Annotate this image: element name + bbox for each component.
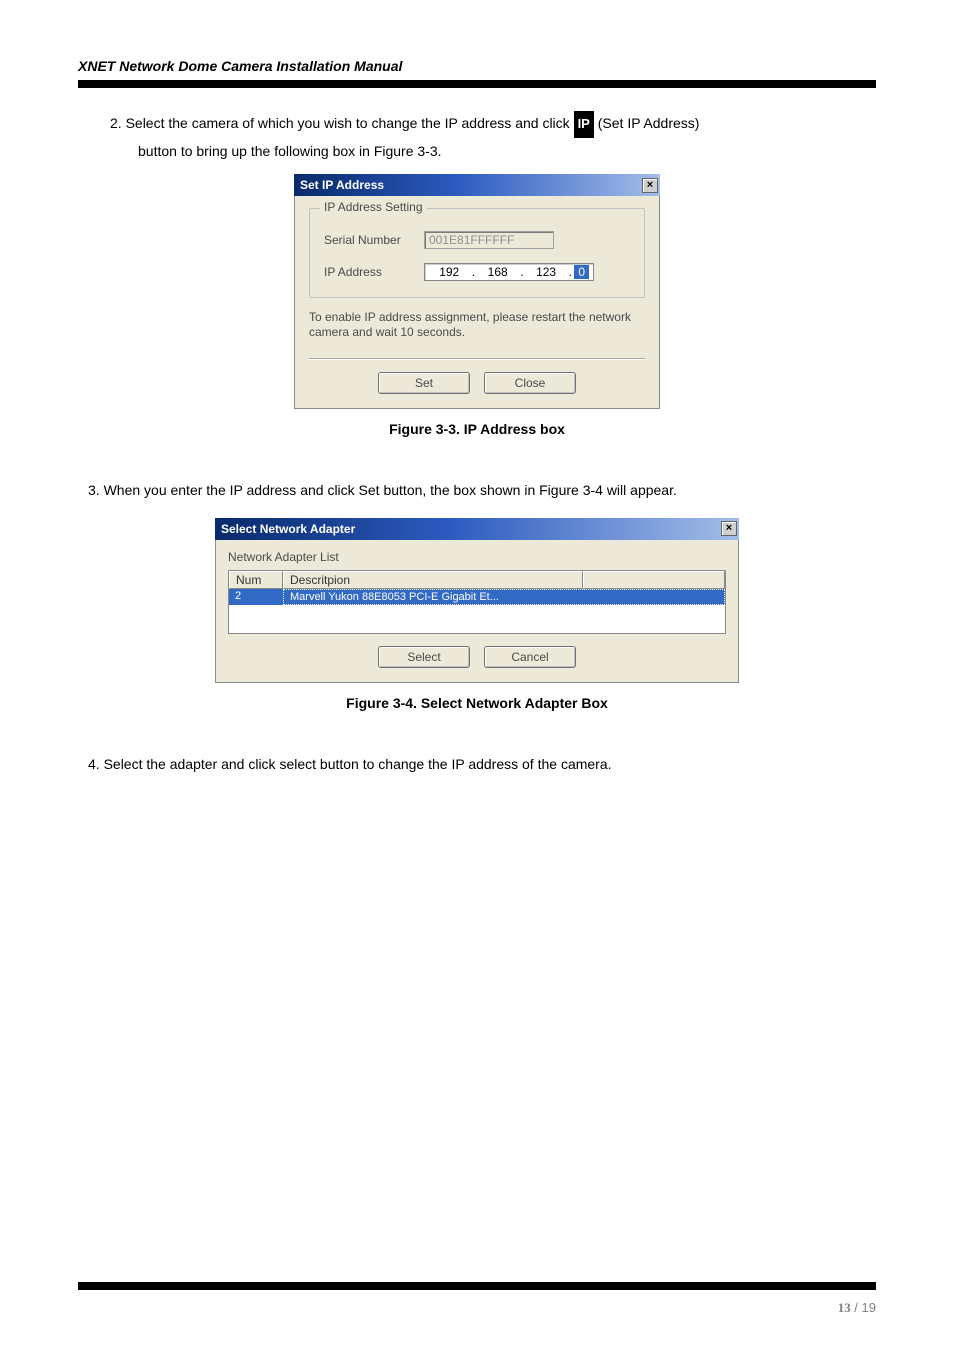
select-button[interactable]: Select — [378, 646, 470, 668]
step2-line1: 2. Select the camera of which you wish t… — [110, 110, 876, 138]
set-button[interactable]: Set — [378, 372, 470, 394]
ip-dot: . — [469, 265, 477, 279]
close-icon[interactable]: × — [721, 521, 737, 536]
step2-text-b: (Set IP Address) — [598, 115, 700, 131]
ip-label: IP Address — [324, 265, 424, 279]
dialog2-titlebar: Select Network Adapter × — [215, 518, 739, 540]
col-rest — [583, 571, 725, 589]
hint-text: To enable IP address assignment, please … — [309, 310, 645, 340]
ip-input[interactable]: 192 . 168 . 123 . 0 — [424, 263, 594, 281]
dialog1-titlebar: Set IP Address × — [294, 174, 660, 196]
divider — [309, 358, 645, 360]
col-desc[interactable]: Descritpion — [283, 571, 583, 589]
list-header: Num Descritpion — [229, 571, 725, 589]
close-button[interactable]: Close — [484, 372, 576, 394]
ip-row: IP Address 192 . 168 . 123 . 0 — [324, 263, 630, 281]
row-desc: Marvell Yukon 88E8053 PCI-E Gigabit Et..… — [283, 589, 725, 605]
step3-text: 3. When you enter the IP address and cli… — [88, 477, 876, 504]
footer-rule — [78, 1282, 876, 1290]
select-adapter-dialog: Select Network Adapter × Network Adapter… — [215, 518, 739, 683]
current-page: 13 — [838, 1300, 851, 1315]
col-num[interactable]: Num — [229, 571, 283, 589]
dialog2-buttons: Select Cancel — [228, 646, 726, 668]
header-rule — [78, 80, 876, 88]
page-number: 13 / 19 — [838, 1300, 876, 1316]
ip-icon: IP — [574, 111, 594, 138]
step2-text-a: 2. Select the camera of which you wish t… — [110, 115, 574, 131]
dialog1-body: IP Address Setting Serial Number IP Addr… — [294, 196, 660, 409]
dialog1-buttons: Set Close — [309, 372, 645, 394]
list-row[interactable]: 2 Marvell Yukon 88E8053 PCI-E Gigabit Et… — [229, 589, 725, 605]
ip-seg4: 0 — [574, 265, 589, 279]
ip-seg3: 123 — [526, 265, 566, 279]
figure-3-3-caption: Figure 3-3. IP Address box — [78, 421, 876, 437]
figure-3-4-caption: Figure 3-4. Select Network Adapter Box — [78, 695, 876, 711]
step2-line2: button to bring up the following box in … — [138, 138, 876, 165]
adapter-list[interactable]: Num Descritpion 2 Marvell Yukon 88E8053 … — [228, 570, 726, 634]
page-sep: / — [851, 1300, 862, 1315]
adapter-list-label: Network Adapter List — [228, 550, 726, 564]
doc-title: XNET Network Dome Camera Installation Ma… — [78, 58, 876, 74]
row-num: 2 — [229, 589, 283, 605]
step4-text: 4. Select the adapter and click select b… — [88, 751, 876, 778]
ip-dot: . — [566, 265, 574, 279]
group-legend: IP Address Setting — [320, 200, 427, 214]
serial-input — [424, 231, 554, 249]
dialog1-title: Set IP Address — [300, 178, 384, 192]
close-icon[interactable]: × — [642, 178, 658, 193]
cancel-button[interactable]: Cancel — [484, 646, 576, 668]
serial-label: Serial Number — [324, 233, 424, 247]
dialog2-body: Network Adapter List Num Descritpion 2 M… — [215, 540, 739, 683]
serial-row: Serial Number — [324, 231, 630, 249]
ip-seg2: 168 — [477, 265, 517, 279]
ip-dot: . — [518, 265, 526, 279]
total-pages: 19 — [862, 1300, 876, 1315]
dialog2-title: Select Network Adapter — [221, 522, 355, 536]
ip-setting-group: IP Address Setting Serial Number IP Addr… — [309, 208, 645, 298]
ip-seg1: 192 — [429, 265, 469, 279]
set-ip-dialog: Set IP Address × IP Address Setting Seri… — [294, 174, 660, 409]
